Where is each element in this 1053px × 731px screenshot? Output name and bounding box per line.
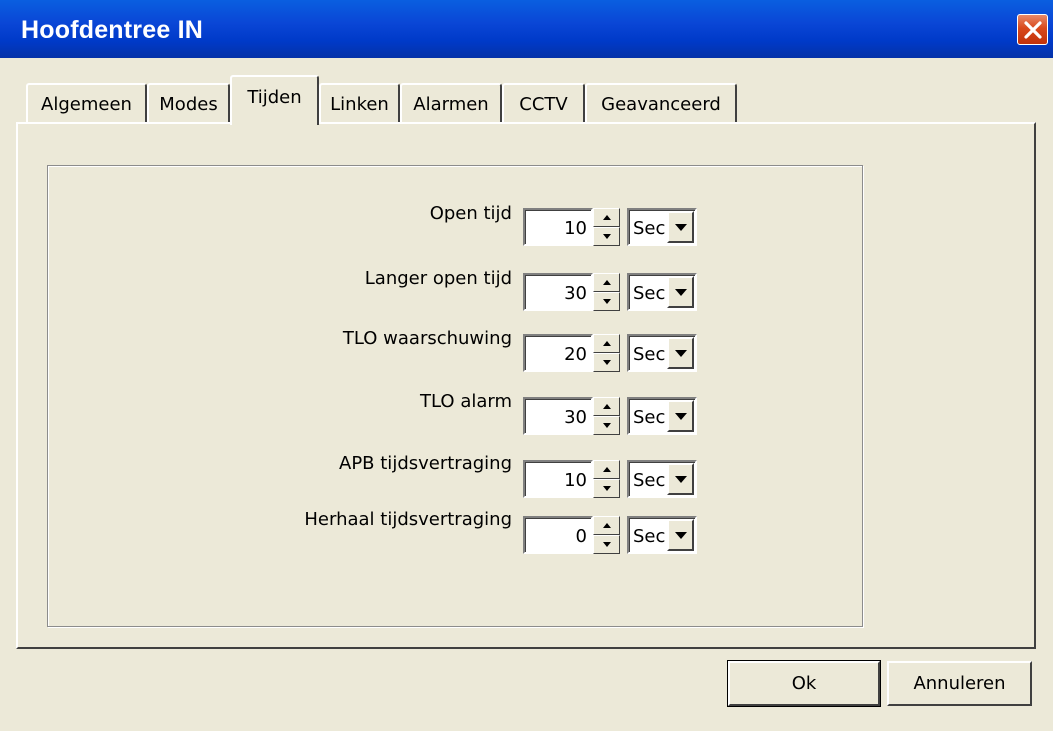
herhaal-tijdsvertraging-spinner[interactable] [593, 516, 620, 554]
tlo-waarschuwing-unit-select[interactable]: Sec [627, 334, 697, 372]
arrow-down-icon [602, 299, 611, 304]
field-label: Open tijd [429, 203, 512, 224]
chevron-down-icon [674, 288, 687, 296]
open-tijd-spinner[interactable] [593, 208, 620, 246]
tab-label: Geavanceerd [601, 94, 721, 115]
tab-algemeen[interactable]: Algemeen [26, 83, 147, 124]
tab-label: Alarmen [413, 94, 489, 115]
spin-down-button[interactable] [593, 227, 620, 246]
spin-up-button[interactable] [593, 208, 620, 227]
apb-tijdsvertraging-spinner[interactable] [593, 460, 620, 498]
arrow-down-icon [602, 542, 611, 547]
spin-up-button[interactable] [593, 460, 620, 479]
cancel-button[interactable]: Annuleren [887, 661, 1032, 706]
tijden-panel: Open tijd 10 Sec Langer open tijd 30 Sec… [16, 122, 1036, 649]
tab-strip: Algemeen Modes Tijden Linken Alarmen CCT… [0, 0, 1053, 140]
spin-down-button[interactable] [593, 353, 620, 372]
chevron-down-icon [674, 531, 687, 539]
arrow-up-icon [602, 341, 611, 346]
arrow-down-icon [602, 360, 611, 365]
arrow-down-icon [602, 423, 611, 428]
unit-value: Sec [633, 526, 666, 547]
tab-label: CCTV [519, 94, 568, 115]
tlo-alarm-input[interactable]: 30 [523, 397, 593, 435]
chevron-down-icon [674, 223, 687, 231]
chevron-down-icon [674, 475, 687, 483]
arrow-down-icon [602, 486, 611, 491]
dropdown-button[interactable] [667, 463, 694, 495]
field-label: Langer open tijd [364, 268, 512, 289]
unit-value: Sec [633, 283, 666, 304]
apb-tijdsvertraging-input[interactable]: 10 [523, 460, 593, 498]
tab-tijden[interactable]: Tijden [230, 75, 319, 125]
unit-value: Sec [633, 407, 666, 428]
tlo-waarschuwing-input[interactable]: 20 [523, 334, 593, 372]
cancel-button-label: Annuleren [913, 673, 1006, 694]
spin-up-button[interactable] [593, 334, 620, 353]
field-label: TLO waarschuwing [342, 328, 512, 349]
dropdown-button[interactable] [667, 519, 694, 551]
chevron-down-icon [674, 412, 687, 420]
dropdown-button[interactable] [667, 337, 694, 369]
tab-label: Linken [330, 94, 389, 115]
unit-value: Sec [633, 218, 666, 239]
arrow-up-icon [602, 215, 611, 220]
unit-value: Sec [633, 344, 666, 365]
tab-label: Algemeen [41, 94, 132, 115]
langer-open-tijd-spinner[interactable] [593, 273, 620, 311]
herhaal-tijdsvertraging-input[interactable]: 0 [523, 516, 593, 554]
open-tijd-input[interactable]: 10 [523, 208, 593, 246]
langer-open-tijd-input[interactable]: 30 [523, 273, 593, 311]
dialog-window: Hoofdentree IN Algemeen Modes Tijden Lin… [0, 0, 1053, 731]
spin-down-button[interactable] [593, 535, 620, 554]
arrow-up-icon [602, 404, 611, 409]
tlo-alarm-spinner[interactable] [593, 397, 620, 435]
tab-label: Modes [159, 94, 218, 115]
chevron-down-icon [674, 349, 687, 357]
dropdown-button[interactable] [667, 276, 694, 308]
field-label: APB tijdsvertraging [339, 453, 512, 474]
herhaal-tijdsvertraging-unit-select[interactable]: Sec [627, 516, 697, 554]
langer-open-tijd-unit-select[interactable]: Sec [627, 273, 697, 311]
timing-group: Open tijd 10 Sec Langer open tijd 30 Sec… [47, 165, 863, 627]
spin-down-button[interactable] [593, 479, 620, 498]
dropdown-button[interactable] [667, 400, 694, 432]
spin-up-button[interactable] [593, 397, 620, 416]
spin-up-button[interactable] [593, 516, 620, 535]
arrow-up-icon [602, 523, 611, 528]
arrow-up-icon [602, 467, 611, 472]
field-label: TLO alarm [420, 391, 512, 412]
spin-down-button[interactable] [593, 416, 620, 435]
tlo-waarschuwing-spinner[interactable] [593, 334, 620, 372]
tab-alarmen[interactable]: Alarmen [400, 83, 502, 124]
ok-button-label: Ok [791, 673, 817, 694]
open-tijd-unit-select[interactable]: Sec [627, 208, 697, 246]
dropdown-button[interactable] [667, 211, 694, 243]
tab-cctv[interactable]: CCTV [502, 83, 585, 124]
arrow-down-icon [602, 234, 611, 239]
spin-up-button[interactable] [593, 273, 620, 292]
tlo-alarm-unit-select[interactable]: Sec [627, 397, 697, 435]
field-label: Herhaal tijdsvertraging [304, 509, 512, 530]
tab-modes[interactable]: Modes [147, 83, 230, 124]
tab-geavanceerd[interactable]: Geavanceerd [585, 83, 737, 124]
tab-linken[interactable]: Linken [319, 83, 400, 124]
tab-label: Tijden [247, 86, 302, 108]
ok-button[interactable]: Ok [727, 660, 881, 707]
spin-down-button[interactable] [593, 292, 620, 311]
apb-tijdsvertraging-unit-select[interactable]: Sec [627, 460, 697, 498]
arrow-up-icon [602, 280, 611, 285]
unit-value: Sec [633, 470, 666, 491]
